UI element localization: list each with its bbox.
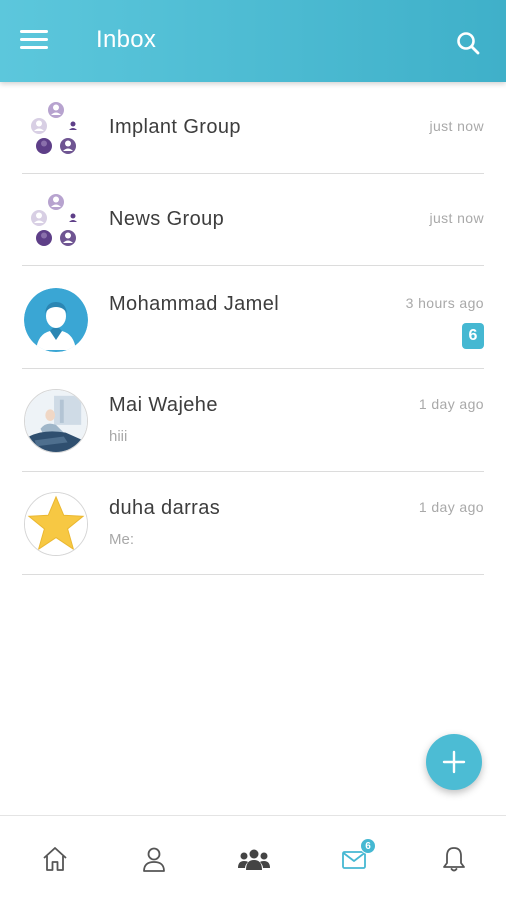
conversation-time: just now: [429, 210, 484, 226]
search-icon[interactable]: [455, 30, 481, 56]
avatar: [24, 288, 88, 352]
list-item[interactable]: Mai Wajehe 1 day ago hiii: [22, 369, 484, 472]
menu-icon[interactable]: [20, 30, 48, 52]
list-item[interactable]: Implant Group just now: [22, 82, 484, 174]
new-message-button[interactable]: [426, 734, 482, 790]
conversation-list: Implant Group just now News Group just n…: [0, 82, 506, 575]
conversation-name: News Group: [109, 208, 225, 230]
avatar: [24, 492, 88, 556]
conversation-time: 1 day ago: [418, 499, 484, 515]
messages-badge: 6: [360, 838, 376, 854]
notifications-icon[interactable]: [439, 844, 469, 874]
conversation-name: Implant Group: [109, 116, 241, 138]
profile-icon[interactable]: [139, 844, 169, 874]
messages-tab[interactable]: 6: [340, 838, 376, 874]
conversation-time: just now: [429, 118, 484, 134]
list-item[interactable]: News Group just now: [22, 174, 484, 266]
unread-badge: 6: [462, 323, 484, 349]
groups-icon[interactable]: [237, 844, 271, 874]
page-title: Inbox: [96, 26, 157, 53]
conversation-time: 3 hours ago: [405, 295, 484, 311]
plus-icon: [442, 750, 466, 774]
bottom-nav: 6: [0, 815, 506, 900]
list-item[interactable]: Mohammad Jamel 3 hours ago 6: [22, 266, 484, 369]
avatar: [24, 389, 88, 453]
conversation-name: Mohammad Jamel: [109, 293, 280, 315]
message-preview: hiii: [109, 428, 128, 445]
conversation-name: Mai Wajehe: [109, 394, 218, 416]
group-avatar: [31, 102, 78, 154]
app-bar: Inbox: [0, 0, 506, 82]
message-preview: Me:: [109, 531, 135, 548]
list-item[interactable]: duha darras 1 day ago Me:: [22, 472, 484, 575]
conversation-name: duha darras: [109, 497, 221, 519]
group-avatar: [31, 194, 78, 246]
conversation-time: 1 day ago: [418, 396, 484, 412]
home-icon[interactable]: [40, 844, 70, 874]
